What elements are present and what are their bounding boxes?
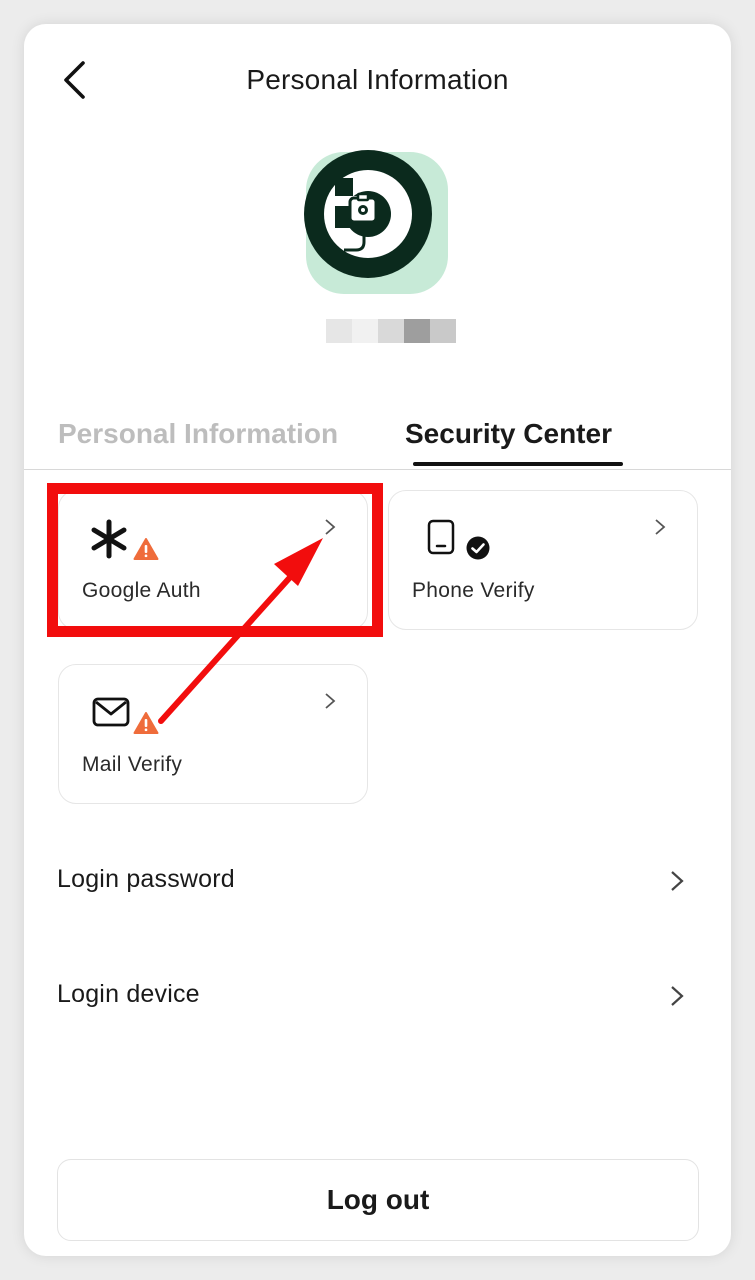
login-password-label: Login password (57, 865, 235, 893)
mail-verify-card[interactable]: Mail Verify (58, 664, 368, 804)
page-title: Personal Information (246, 64, 509, 95)
tab-personal-information[interactable]: Personal Information (58, 418, 338, 450)
mail-icon (92, 697, 130, 727)
google-auth-label: Google Auth (82, 579, 201, 602)
phone-verify-card[interactable]: Phone Verify (388, 490, 698, 630)
check-circle-icon (466, 536, 490, 560)
mail-verify-label: Mail Verify (82, 753, 183, 776)
active-tab-indicator (413, 462, 623, 466)
avatar-circle (304, 150, 432, 278)
brand-logo-icon (324, 170, 412, 258)
chevron-right-icon (671, 871, 684, 891)
warning-icon (133, 712, 159, 734)
mail-verify-icons (89, 693, 189, 737)
phone-icon (427, 519, 455, 555)
tab-bar: Personal Information Security Center (24, 412, 731, 470)
login-password-row[interactable]: Login password (24, 839, 731, 919)
top-bar: Personal Information (24, 54, 731, 106)
asterisk-icon (91, 519, 127, 559)
chevron-right-icon (325, 693, 336, 709)
chevron-right-icon (671, 986, 684, 1006)
logout-button[interactable]: Log out (57, 1159, 699, 1241)
app-screen: Personal Information Personal Informatio (24, 24, 731, 1256)
login-device-row[interactable]: Login device (24, 954, 731, 1034)
avatar[interactable] (302, 148, 452, 298)
username-blurred (326, 319, 456, 343)
google-auth-card[interactable]: Google Auth (58, 490, 368, 630)
chevron-right-icon (655, 519, 666, 535)
login-device-label: Login device (57, 980, 200, 1008)
phone-verify-label: Phone Verify (412, 579, 535, 602)
chevron-right-icon (325, 519, 336, 535)
warning-icon (133, 538, 159, 560)
google-auth-icons (89, 519, 189, 563)
tab-security-center[interactable]: Security Center (405, 418, 612, 450)
phone-verify-icons (419, 519, 519, 563)
